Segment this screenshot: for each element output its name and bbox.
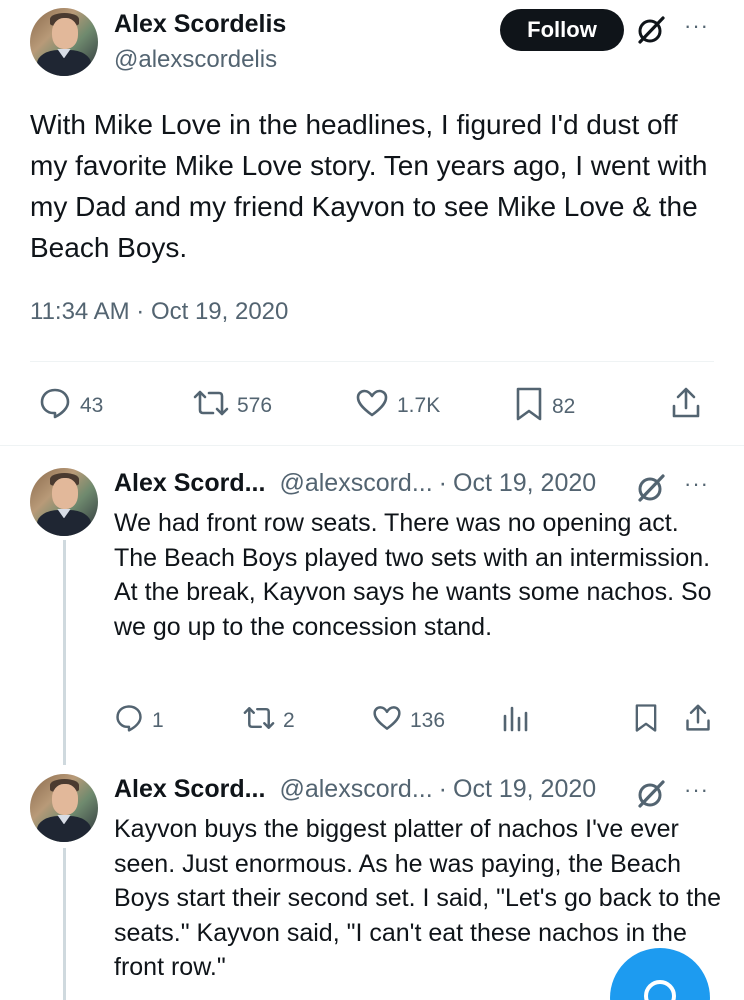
more-options-icon[interactable]: ··· bbox=[684, 13, 709, 39]
repost-count: 2 bbox=[283, 709, 295, 732]
divider bbox=[30, 361, 714, 362]
share-button[interactable] bbox=[670, 386, 702, 426]
reply-avatar[interactable] bbox=[30, 468, 98, 536]
thread-line bbox=[63, 540, 66, 765]
views-button[interactable] bbox=[501, 704, 529, 738]
reply-author-handle[interactable]: @alexscord... bbox=[279, 775, 432, 803]
grok-icon[interactable] bbox=[636, 473, 666, 508]
analytics-icon bbox=[501, 704, 529, 738]
share-icon bbox=[684, 703, 712, 739]
thread-line bbox=[63, 848, 66, 1000]
bookmark-button[interactable] bbox=[633, 703, 659, 739]
like-count: 136 bbox=[410, 709, 446, 732]
repost-icon bbox=[193, 386, 229, 426]
like-button[interactable]: 136 bbox=[372, 703, 445, 739]
reply-author-name[interactable]: Alex Scord... bbox=[114, 469, 265, 497]
reply-date[interactable]: Oct 19, 2020 bbox=[453, 469, 596, 497]
like-icon bbox=[372, 703, 402, 739]
bookmark-icon bbox=[514, 386, 544, 428]
reply-header: Alex Scord... @alexscord... · Oct 19, 2020 bbox=[114, 469, 596, 498]
reply-header: Alex Scord... @alexscord... · Oct 19, 2020 bbox=[114, 775, 596, 804]
reply-text: We had front row seats. There was no ope… bbox=[114, 509, 712, 641]
grok-icon[interactable] bbox=[636, 779, 666, 814]
reply-button[interactable]: 1 bbox=[114, 703, 164, 739]
follow-button[interactable]: Follow bbox=[500, 9, 624, 51]
more-options-icon[interactable]: ··· bbox=[684, 471, 709, 497]
reply-button[interactable]: 43 bbox=[38, 386, 103, 426]
author-name[interactable]: Alex Scordelis bbox=[114, 10, 286, 39]
share-icon bbox=[670, 386, 702, 426]
separator-dot: · bbox=[438, 775, 447, 803]
like-icon bbox=[355, 386, 389, 426]
divider bbox=[0, 445, 744, 446]
reply-avatar[interactable] bbox=[30, 774, 98, 842]
reply-date[interactable]: Oct 19, 2020 bbox=[453, 775, 596, 803]
reply-icon bbox=[114, 703, 144, 739]
author-avatar[interactable] bbox=[30, 8, 98, 76]
compose-icon bbox=[640, 976, 680, 1000]
bookmark-count: 82 bbox=[552, 395, 576, 418]
reply-icon bbox=[38, 386, 72, 426]
reply-count: 43 bbox=[80, 394, 104, 417]
reply-author-handle[interactable]: @alexscord... bbox=[279, 469, 432, 497]
reply-count: 1 bbox=[152, 709, 164, 732]
more-options-icon[interactable]: ··· bbox=[684, 777, 709, 803]
bookmark-button[interactable]: 82 bbox=[514, 386, 575, 428]
repost-button[interactable]: 576 bbox=[193, 386, 272, 426]
bookmark-icon bbox=[633, 703, 659, 739]
repost-icon bbox=[243, 703, 275, 739]
like-count: 1.7K bbox=[397, 394, 441, 417]
tweet-timestamp[interactable]: 11:34 AM · Oct 19, 2020 bbox=[30, 298, 288, 326]
repost-count: 576 bbox=[237, 394, 273, 417]
like-button[interactable]: 1.7K bbox=[355, 386, 440, 426]
author-handle[interactable]: @alexscordelis bbox=[114, 46, 277, 74]
separator-dot: · bbox=[438, 469, 447, 497]
share-button[interactable] bbox=[684, 703, 712, 739]
reply-author-name[interactable]: Alex Scord... bbox=[114, 775, 265, 803]
grok-icon[interactable] bbox=[636, 15, 666, 50]
tweet-text: With Mike Love in the headlines, I figur… bbox=[30, 109, 708, 263]
repost-button[interactable]: 2 bbox=[243, 703, 295, 739]
